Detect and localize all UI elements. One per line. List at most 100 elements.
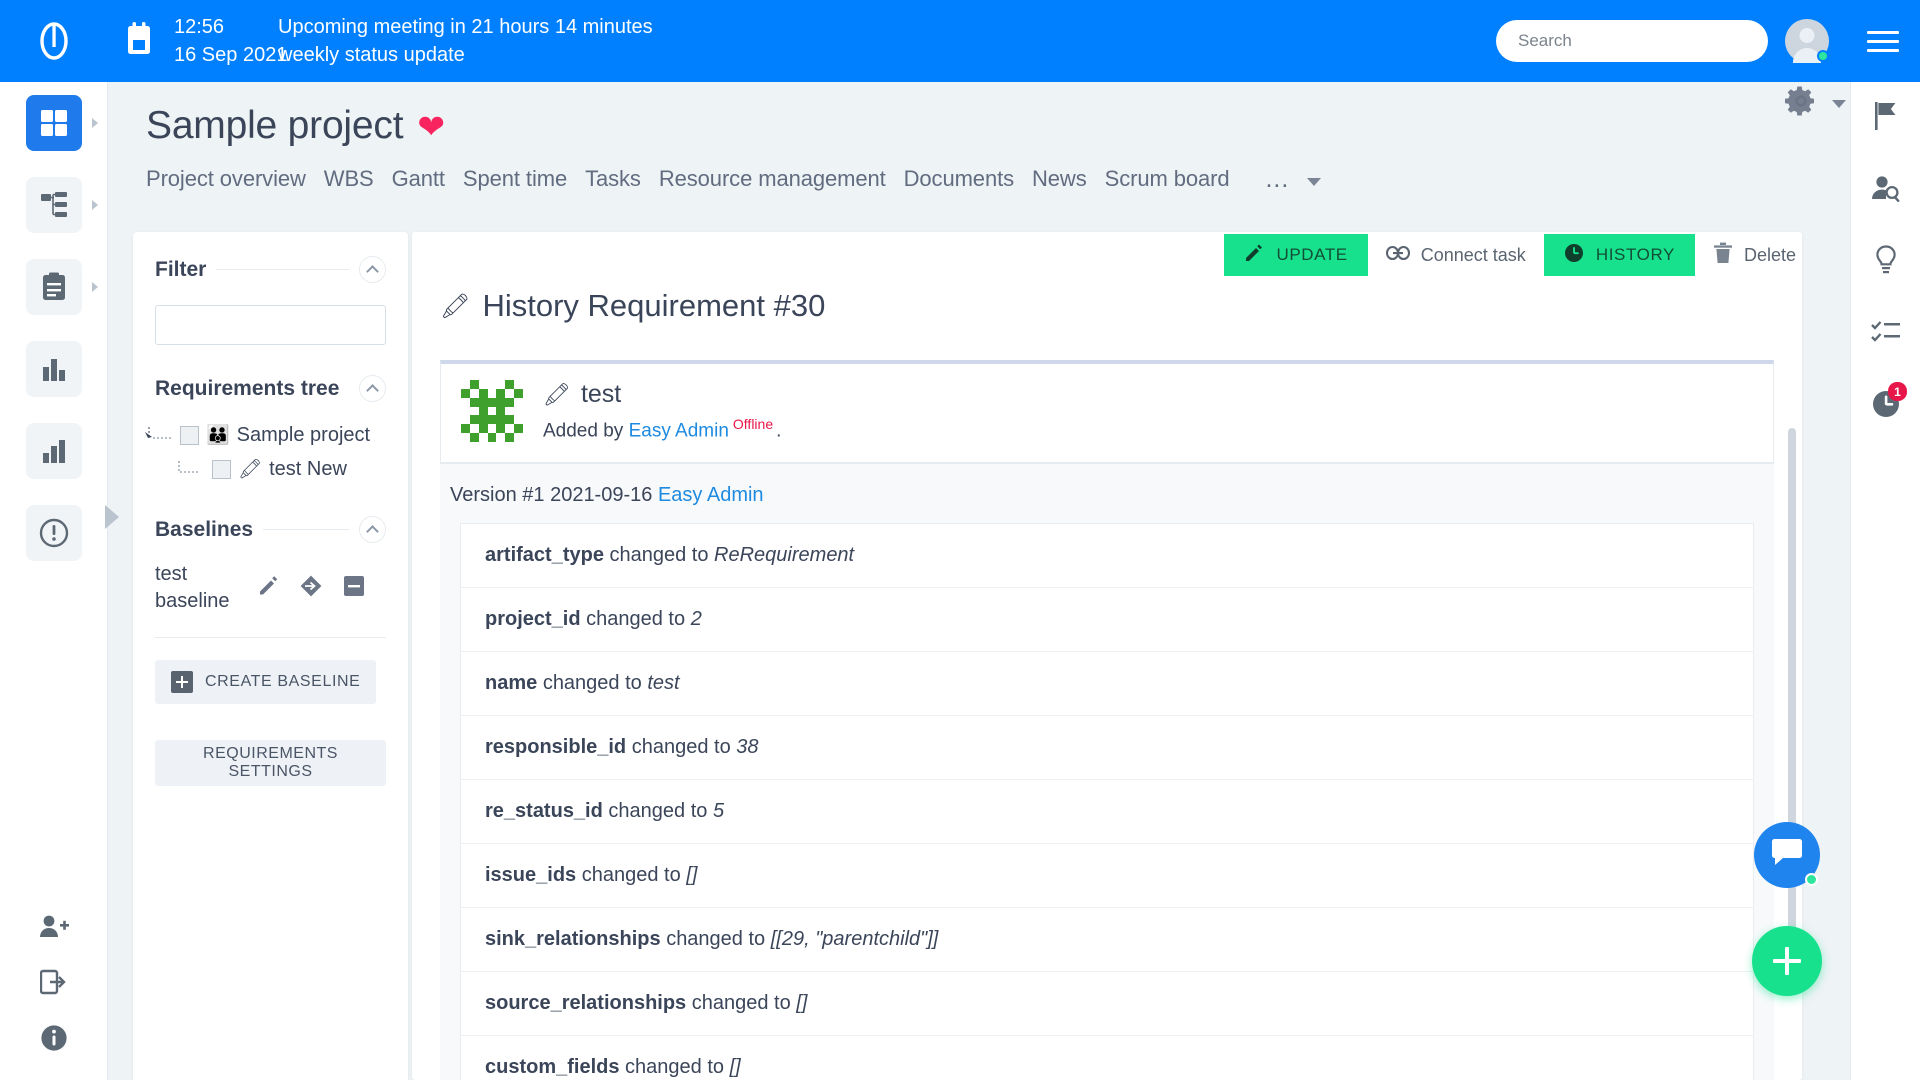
remove-minus-icon[interactable] — [343, 575, 365, 602]
tree-node-label: Sample project — [236, 423, 371, 446]
tab-news[interactable]: News — [1032, 160, 1105, 198]
tab-more-button[interactable]: ... — [1247, 165, 1295, 194]
tab-spent-time[interactable]: Spent time — [463, 160, 585, 198]
user-search-button[interactable] — [1851, 154, 1920, 226]
avatar-head — [1799, 28, 1815, 43]
entry-author-link[interactable]: Easy Admin — [629, 420, 729, 441]
meeting-date: 16 Sep 2021 — [174, 44, 288, 66]
create-baseline-button[interactable]: CREATE BASELINE — [155, 660, 377, 704]
user-avatar-button[interactable] — [1768, 0, 1846, 82]
change-value: 2 — [690, 608, 702, 631]
sidebar-item-tasks[interactable] — [0, 246, 108, 328]
sidebar-item-dashboard[interactable] — [0, 82, 108, 164]
gear-icon[interactable] — [1784, 84, 1818, 123]
change-row: issue_ids changed to [] — [461, 844, 1753, 909]
trash-icon — [1713, 242, 1733, 269]
pending-button[interactable]: 1 — [1851, 370, 1920, 442]
tab-project-overview[interactable]: Project overview — [146, 160, 324, 198]
baselines-title: Baselines — [155, 517, 254, 541]
tab-gantt[interactable]: Gantt — [392, 160, 463, 198]
change-value: 5 — [712, 800, 725, 823]
chevron-up-icon — [366, 525, 379, 538]
edit-pencil-icon[interactable] — [257, 575, 279, 602]
sidebar-item-analytics[interactable] — [0, 410, 108, 492]
bar-chart-icon — [26, 341, 82, 397]
sidebar-expand-arrow[interactable] — [105, 505, 119, 529]
update-button[interactable]: UPDATE — [1224, 234, 1368, 276]
change-verb: changed to — [586, 608, 686, 631]
pencil-icon: 🖍 — [543, 381, 571, 407]
tab-tasks[interactable]: Tasks — [585, 160, 659, 198]
tab-scrum-board[interactable]: Scrum board — [1105, 160, 1248, 198]
checklist-button[interactable] — [1851, 298, 1920, 370]
sidebar-item-reports[interactable] — [0, 328, 108, 410]
change-row: source_relationships changed to [] — [461, 972, 1753, 1037]
entry-author-line: Added by Easy Admin Offline. — [543, 416, 781, 442]
tab-wbs[interactable]: WBS — [324, 160, 392, 198]
search-input[interactable] — [1496, 20, 1768, 62]
history-clock-icon — [1564, 243, 1584, 268]
left-rail-bottom-group — [0, 900, 108, 1068]
requirements-tree-collapse-button[interactable] — [359, 375, 386, 402]
hamburger-menu-icon[interactable] — [1846, 0, 1920, 82]
pencil-icon — [1244, 243, 1264, 268]
change-field: re_status_id — [485, 800, 603, 823]
project-settings-group — [1784, 84, 1846, 123]
add-user-button[interactable] — [0, 900, 108, 956]
heart-icon[interactable]: ❤ — [417, 110, 445, 143]
meeting-line-2: 16 Sep 2021 weekly status update — [174, 41, 653, 69]
requirements-sidebar: Filter Requirements tree 👪 Sample projec… — [133, 232, 408, 1080]
filter-input[interactable] — [155, 305, 386, 345]
requirements-settings-button[interactable]: REQUIREMENTS SETTINGS — [155, 740, 386, 786]
burger-line-2 — [1867, 39, 1899, 43]
filter-collapse-button[interactable] — [359, 256, 386, 283]
tab-resource-management[interactable]: Resource management — [659, 160, 904, 198]
change-field: sink_relationships — [485, 928, 661, 951]
info-circle-icon — [40, 1024, 68, 1057]
connect-task-button[interactable]: Connect task — [1368, 234, 1544, 276]
change-value: [] — [729, 1056, 741, 1079]
tree-node-requirement[interactable]: 🖍 test New — [143, 452, 408, 486]
divider — [155, 637, 386, 638]
burger-line-3 — [1867, 48, 1899, 52]
info-button[interactable] — [0, 1012, 108, 1068]
history-button[interactable]: HISTORY — [1543, 234, 1695, 276]
ideas-button[interactable] — [1851, 226, 1920, 298]
entry-body: 🖍 test Added by Easy Admin Offline. — [543, 380, 781, 442]
quick-add-button[interactable] — [1752, 926, 1822, 996]
sidebar-item-org-tree[interactable] — [0, 164, 108, 246]
content-scrollbar[interactable] — [1788, 428, 1796, 988]
dashboard-grid-icon — [26, 95, 82, 151]
chat-button[interactable] — [1754, 822, 1820, 888]
chevron-up-icon — [366, 265, 379, 278]
baselines-collapse-button[interactable] — [359, 516, 386, 543]
version-author-link[interactable]: Easy Admin — [658, 484, 764, 506]
login-button[interactable] — [0, 956, 108, 1012]
compare-diamond-icon[interactable] — [299, 574, 323, 603]
chevron-up-icon — [366, 384, 379, 397]
main-content-panel: UPDATE Connect task HISTORY Delete 🖍 His… — [412, 232, 1802, 1080]
flag-button[interactable] — [1851, 82, 1920, 154]
upcoming-meeting[interactable]: 12:56 Upcoming meeting in 21 hours 14 mi… — [170, 13, 653, 70]
tab-documents[interactable]: Documents — [904, 160, 1032, 198]
sidebar-item-alerts[interactable] — [0, 492, 108, 574]
tree-checkbox[interactable] — [212, 459, 231, 479]
chevron-right-icon — [92, 200, 98, 210]
change-row: project_id changed to 2 — [461, 588, 1753, 653]
tree-checkbox[interactable] — [180, 425, 199, 445]
top-bar: 12:56 Upcoming meeting in 21 hours 14 mi… — [0, 0, 1920, 82]
calendar-button[interactable] — [108, 0, 170, 82]
link-chain-icon — [1385, 245, 1410, 266]
change-verb: changed to — [609, 544, 709, 567]
delete-button[interactable]: Delete — [1695, 234, 1802, 276]
chevron-down-icon[interactable] — [1832, 99, 1846, 108]
history-label: HISTORY — [1595, 245, 1675, 264]
chevron-down-icon[interactable] — [1307, 178, 1322, 186]
app-logo[interactable] — [0, 0, 108, 82]
tree-node-project[interactable]: 👪 Sample project — [143, 418, 408, 452]
meeting-subject: weekly status update — [278, 44, 465, 66]
calendar-icon — [124, 21, 154, 61]
change-row: responsible_id changed to 38 — [461, 716, 1753, 781]
project-tab-bar: Project overview WBS Gantt Spent time Ta… — [108, 148, 1850, 198]
baseline-actions — [257, 574, 365, 603]
